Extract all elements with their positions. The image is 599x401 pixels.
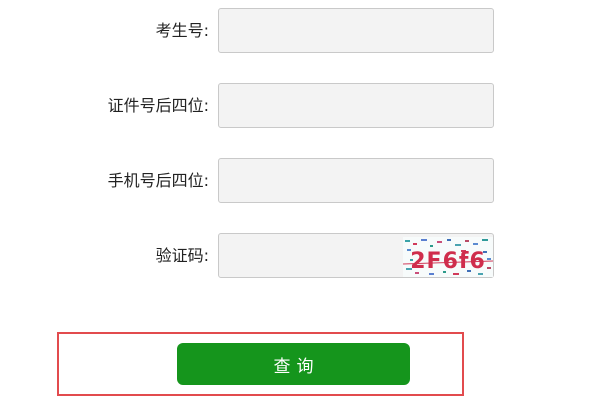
id-last4-input[interactable] [218,83,494,128]
captcha-image[interactable]: 2F6f6 [403,237,493,277]
captcha-text: 2F6f6 [410,249,486,274]
query-form-page: 考生号: 证件号后四位: 手机号后四位: 验证码: 2F6f6 查询 [0,0,599,401]
exam-number-label: 考生号: [155,21,209,40]
form-row-id-last4: 证件号后四位: [0,83,599,128]
form-row-captcha: 验证码: 2F6f6 [0,233,599,278]
query-button[interactable]: 查询 [177,343,410,385]
captcha-label: 验证码: [155,246,209,265]
id-last4-label: 证件号后四位: [107,96,209,115]
form-row-exam-number: 考生号: [0,8,599,53]
form-row-phone-last4: 手机号后四位: [0,158,599,203]
exam-number-input[interactable] [218,8,494,53]
phone-last4-label: 手机号后四位: [107,171,209,190]
phone-last4-input[interactable] [218,158,494,203]
